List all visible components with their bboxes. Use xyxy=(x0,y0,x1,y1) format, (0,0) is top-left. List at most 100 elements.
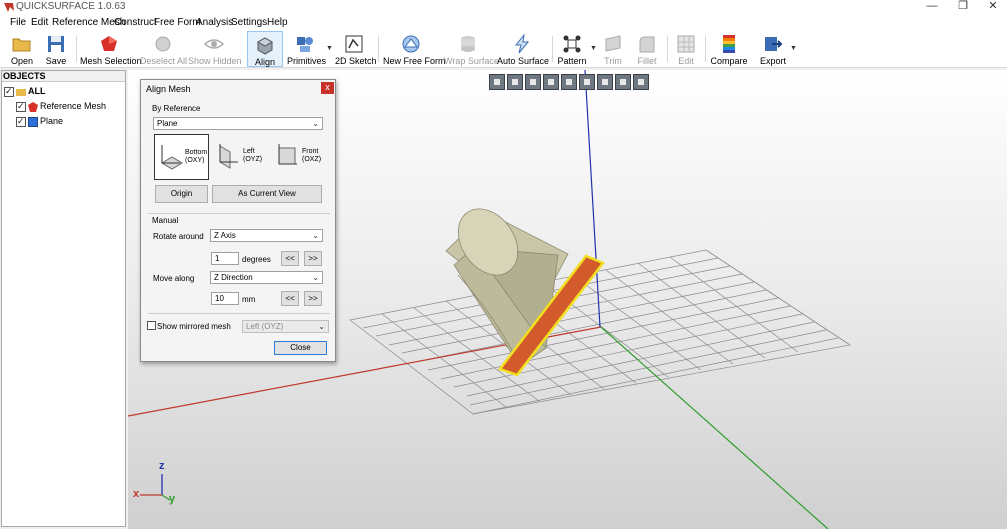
move-forward-button[interactable]: >> xyxy=(304,291,322,306)
move-along-label: Move along xyxy=(153,274,195,283)
dialog-close-icon[interactable]: x xyxy=(321,82,334,94)
align-button[interactable]: Align xyxy=(247,31,283,67)
view-right-icon[interactable] xyxy=(597,74,613,90)
main-toolbar: Open Save Mesh Selection Deselect All Sh… xyxy=(0,30,1007,68)
lightning-icon xyxy=(514,34,530,54)
edit-button[interactable]: Edit xyxy=(671,31,701,67)
chevron-down-icon: ⌄ xyxy=(312,231,319,240)
as-current-view-button[interactable]: As Current View xyxy=(212,185,322,203)
primitives-button[interactable]: Primitives xyxy=(287,31,326,67)
compare-button[interactable]: Compare xyxy=(710,31,748,67)
move-direction-select[interactable]: Z Direction ⌄ xyxy=(210,271,323,284)
move-distance-input[interactable]: 10 xyxy=(211,292,239,305)
primitives-dropdown-icon[interactable]: ▼ xyxy=(326,45,333,52)
show-hidden-button[interactable]: Show Hidden xyxy=(188,31,242,67)
reference-type-select[interactable]: Plane ⌄ xyxy=(153,117,323,130)
menu-construct[interactable]: Construct xyxy=(114,17,157,28)
close-button[interactable]: Close xyxy=(274,341,327,355)
pattern-button[interactable]: Pattern xyxy=(556,31,588,67)
view-iso-icon[interactable] xyxy=(615,74,631,90)
primitives-icon xyxy=(297,37,313,52)
front-plane-icon xyxy=(278,144,297,165)
align-mesh-dialog: Align Mesh x By Reference Plane ⌄ Bottom … xyxy=(140,79,336,362)
zoom-fit-icon[interactable] xyxy=(489,74,505,90)
view-axes-icon[interactable] xyxy=(633,74,649,90)
chevron-down-icon: ⌄ xyxy=(312,273,319,282)
rotate-forward-button[interactable]: >> xyxy=(304,251,322,266)
save-button[interactable]: Save xyxy=(40,31,72,67)
export-dropdown-icon[interactable]: ▼ xyxy=(790,45,797,52)
folder-icon xyxy=(12,38,31,52)
rotate-degrees-input[interactable]: 1 xyxy=(211,252,239,265)
fillet-icon xyxy=(639,36,655,53)
minimize-button[interactable]: — xyxy=(917,0,947,15)
color-map-icon xyxy=(723,35,735,53)
tree-label-all: ALL xyxy=(28,86,46,96)
align-cube-icon xyxy=(256,37,274,55)
view-left-icon[interactable] xyxy=(579,74,595,90)
folder-tree-icon xyxy=(16,89,26,96)
auto-surface-button[interactable]: Auto Surface xyxy=(497,31,549,67)
mesh-selection-button[interactable]: Mesh Selection xyxy=(80,31,142,67)
open-button[interactable]: Open xyxy=(6,31,38,67)
origin-button[interactable]: Origin xyxy=(155,185,208,203)
menu-settings[interactable]: Settings xyxy=(231,17,267,28)
menu-help[interactable]: Help xyxy=(267,17,288,28)
ref-front-oxz[interactable]: Front (OXZ) xyxy=(272,134,327,180)
view-top-icon[interactable] xyxy=(543,74,559,90)
all-checkbox[interactable] xyxy=(4,85,14,98)
z-axis-line xyxy=(584,70,601,328)
rotate-back-button[interactable]: << xyxy=(281,251,299,266)
mesh-tree-icon xyxy=(28,102,38,112)
mesh-selection-icon xyxy=(101,36,117,51)
reference-mesh-checkbox[interactable] xyxy=(16,100,26,113)
toolbar-separator xyxy=(667,36,668,62)
tree-item-all[interactable]: ALL xyxy=(4,85,124,99)
wrap-surface-button[interactable]: Wrap Surface xyxy=(444,31,499,67)
mirror-plane-select[interactable]: Left (OYZ) ⌄ xyxy=(242,320,329,333)
degrees-unit-label: degrees xyxy=(242,255,271,264)
tree-item-plane[interactable]: Plane xyxy=(16,115,124,129)
pattern-dropdown-icon[interactable]: ▼ xyxy=(590,45,597,52)
show-mirrored-checkbox[interactable] xyxy=(147,321,156,330)
menu-analysis[interactable]: Analysis xyxy=(196,17,233,28)
eye-icon xyxy=(204,39,224,49)
ref-left-oyz[interactable]: Left (OYZ) xyxy=(213,134,268,180)
by-reference-label: By Reference xyxy=(152,104,201,113)
chevron-down-icon: ⌄ xyxy=(318,322,325,331)
tree-item-reference-mesh[interactable]: Reference Mesh xyxy=(16,100,124,114)
2d-sketch-button[interactable]: 2D Sketch xyxy=(335,31,377,67)
fillet-button[interactable]: Fillet xyxy=(632,31,662,67)
view-front-icon[interactable] xyxy=(507,74,523,90)
dialog-title: Align Mesh xyxy=(146,84,191,94)
tree-label-reference-mesh: Reference Mesh xyxy=(40,101,107,111)
show-mirrored-label: Show mirrored mesh xyxy=(157,322,231,331)
ref-bottom-oxy[interactable]: Bottom (OXY) xyxy=(154,134,209,180)
deselect-all-button[interactable]: Deselect All xyxy=(140,31,187,67)
new-free-form-button[interactable]: New Free Form xyxy=(383,31,446,67)
triad-z-label: z xyxy=(159,460,165,472)
menu-edit[interactable]: Edit xyxy=(31,17,48,28)
floppy-disk-icon xyxy=(48,36,64,52)
menu-file[interactable]: File xyxy=(10,17,26,28)
toolbar-separator xyxy=(552,36,553,62)
menu-free-form[interactable]: Free Form xyxy=(154,17,201,28)
move-back-button[interactable]: << xyxy=(281,291,299,306)
plane-checkbox[interactable] xyxy=(16,115,26,128)
view-bottom-icon[interactable] xyxy=(561,74,577,90)
menu-bar: File Edit Reference Mesh Construct Free … xyxy=(0,15,1007,30)
triad-x-label: x xyxy=(133,488,140,500)
rotate-axis-select[interactable]: Z Axis ⌄ xyxy=(210,229,323,242)
trim-button[interactable]: Trim xyxy=(598,31,628,67)
pattern-icon xyxy=(563,35,581,53)
tree-label-plane: Plane xyxy=(40,116,64,126)
close-window-button[interactable]: ✕ xyxy=(978,0,1007,15)
left-plane-icon xyxy=(219,144,238,169)
view-back-icon[interactable] xyxy=(525,74,541,90)
free-form-icon xyxy=(402,35,420,53)
mm-unit-label: mm xyxy=(242,295,256,304)
objects-header: OBJECTS xyxy=(2,71,125,82)
sketch-icon xyxy=(345,35,363,53)
export-button[interactable]: Export xyxy=(756,31,790,67)
restore-button[interactable]: ❐ xyxy=(948,0,978,15)
